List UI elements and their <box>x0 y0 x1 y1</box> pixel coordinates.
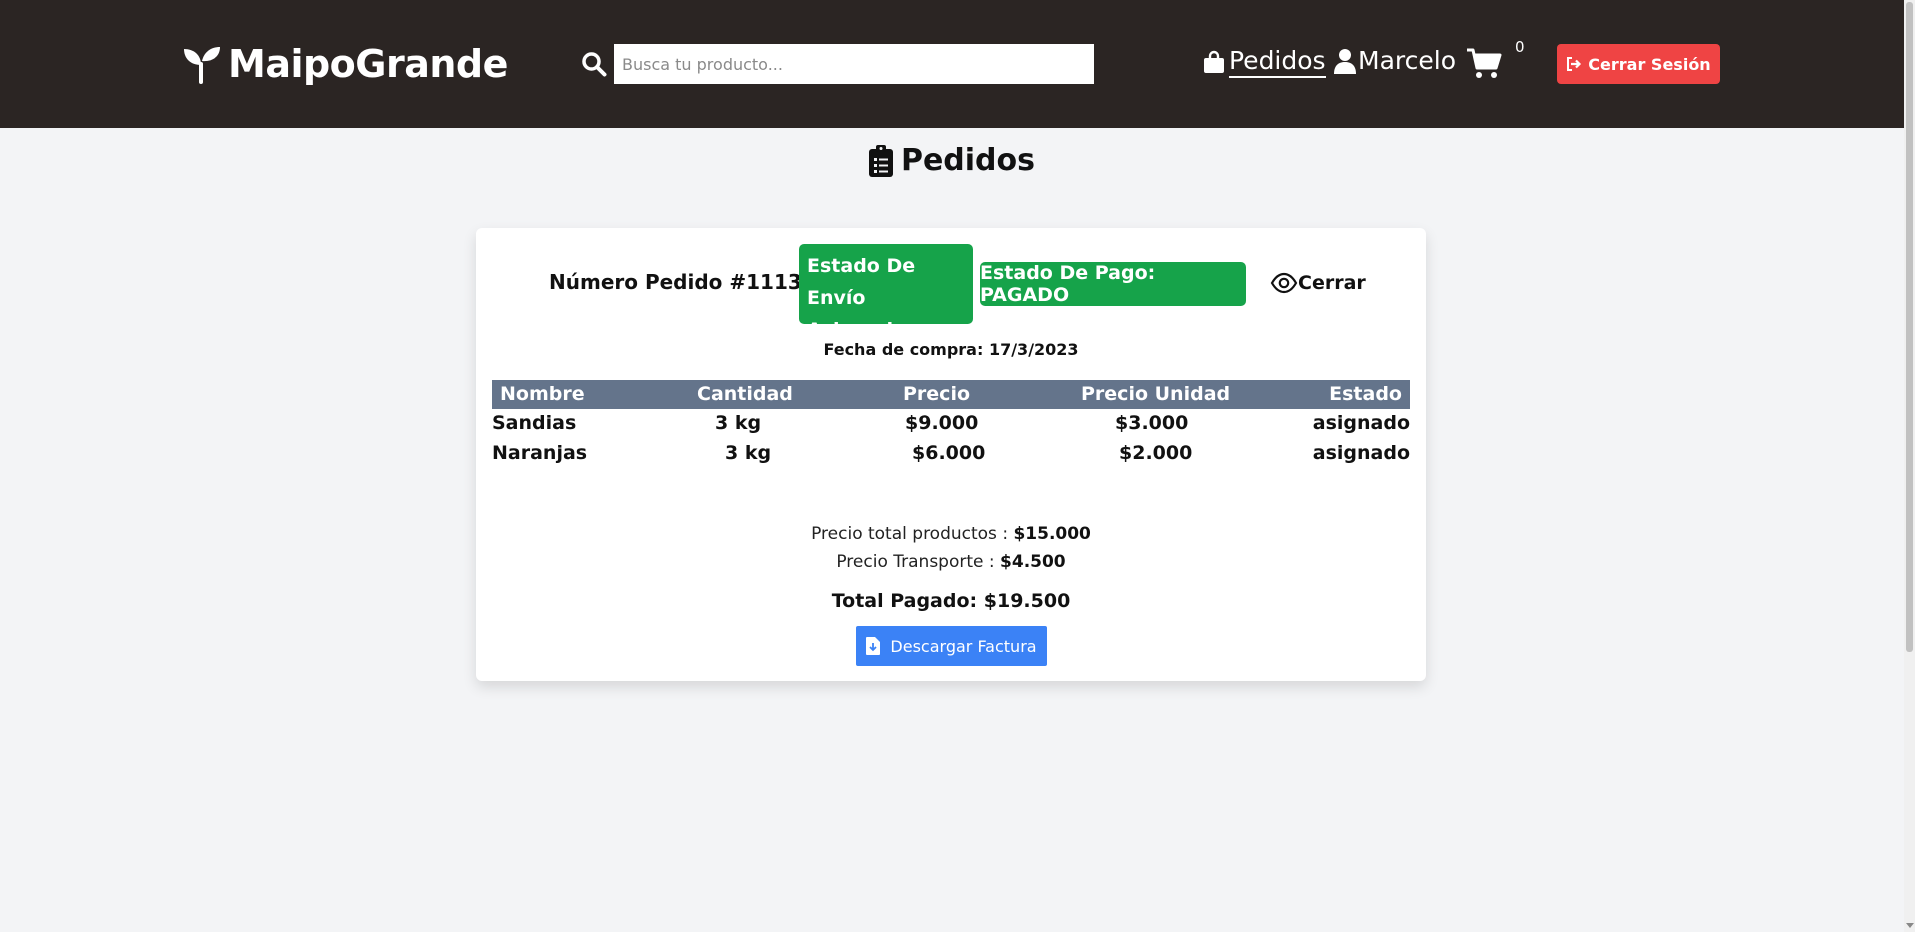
table-row: Naranjas 3 kg $6.000 $2.000 asignado <box>492 439 1410 469</box>
logout-label: Cerrar Sesión <box>1588 54 1711 74</box>
transport-line: Precio Transporte : $4.500 <box>476 548 1426 576</box>
scrollbar-thumb[interactable] <box>1906 2 1913 652</box>
eye-icon <box>1270 272 1298 294</box>
header-cantidad: Cantidad <box>697 383 793 405</box>
cell-precio-unidad: $2.000 <box>1119 442 1193 464</box>
seedling-icon <box>184 47 220 84</box>
nav-user-link[interactable]: Marcelo <box>1334 46 1456 76</box>
order-totals: Precio total productos : $15.000 Precio … <box>476 520 1426 576</box>
cell-nombre: Naranjas <box>492 442 588 464</box>
order-number: Número Pedido #111378 <box>549 270 830 294</box>
payment-status-badge: Estado De Pago: PAGADO <box>980 262 1246 306</box>
table-header-row: Nombre Cantidad Precio Precio Unidad Est… <box>492 380 1410 409</box>
cart-icon[interactable] <box>1466 47 1502 79</box>
cell-estado: asignado <box>1312 412 1410 434</box>
cell-estado: asignado <box>1312 442 1410 464</box>
order-card: Número Pedido #111378 Estado De Envío As… <box>476 228 1426 681</box>
header-nombre: Nombre <box>500 383 585 405</box>
products-total-label: Precio total productos : <box>811 524 1009 544</box>
nav-orders-label: Pedidos <box>1229 46 1326 78</box>
toggle-details-button[interactable]: Cerrar <box>1270 272 1366 294</box>
scroll-down-arrow-icon[interactable] <box>1906 923 1914 928</box>
cell-cantidad: 3 kg <box>715 412 762 434</box>
toggle-details-label: Cerrar <box>1298 272 1366 294</box>
order-items-table: Nombre Cantidad Precio Precio Unidad Est… <box>492 380 1410 469</box>
user-icon <box>1334 49 1356 74</box>
header-precio-unidad: Precio Unidad <box>1081 383 1231 405</box>
cell-precio: $9.000 <box>905 412 979 434</box>
cart-count-badge: 0 <box>1515 38 1525 56</box>
header-precio: Precio <box>903 383 971 405</box>
file-download-icon <box>866 637 881 655</box>
brand-logo[interactable]: MaipoGrande <box>182 42 508 86</box>
total-paid: Total Pagado: $19.500 <box>831 590 1071 612</box>
vertical-scrollbar[interactable] <box>1904 0 1915 932</box>
products-total-value: $15.000 <box>1013 524 1091 544</box>
logout-icon <box>1567 57 1582 71</box>
cell-precio-unidad: $3.000 <box>1115 412 1189 434</box>
transport-label: Precio Transporte : <box>836 552 995 572</box>
brand-name: MaipoGrande <box>228 42 508 86</box>
page-title: Pedidos <box>0 143 1904 178</box>
cell-cantidad: 3 kg <box>725 442 772 464</box>
nav-orders-link[interactable]: Pedidos <box>1203 46 1326 78</box>
page-title-text: Pedidos <box>900 143 1036 178</box>
search-icon[interactable] <box>581 51 607 77</box>
shipping-status-badge: Estado De Envío Asignado <box>799 244 973 341</box>
transport-value: $4.500 <box>1000 552 1066 572</box>
search-input[interactable] <box>614 44 1094 84</box>
clipboard-list-icon <box>868 144 893 177</box>
purchase-date: Fecha de compra: 17/3/2023 <box>823 340 1079 359</box>
nav-user-label: Marcelo <box>1358 46 1456 75</box>
cell-nombre: Sandias <box>492 412 577 434</box>
table-row: Sandias 3 kg $9.000 $3.000 asignado <box>492 409 1410 439</box>
products-total-line: Precio total productos : $15.000 <box>476 520 1426 548</box>
header-estado: Estado <box>1329 383 1402 405</box>
logout-button[interactable]: Cerrar Sesión <box>1557 44 1720 84</box>
shopping-bag-icon <box>1204 50 1224 73</box>
cell-precio: $6.000 <box>912 442 986 464</box>
download-invoice-button[interactable]: Descargar Factura <box>856 626 1047 666</box>
download-invoice-label: Descargar Factura <box>890 636 1037 656</box>
top-navbar: MaipoGrande Pedidos Marcelo 0 Cerrar Ses… <box>0 0 1904 128</box>
